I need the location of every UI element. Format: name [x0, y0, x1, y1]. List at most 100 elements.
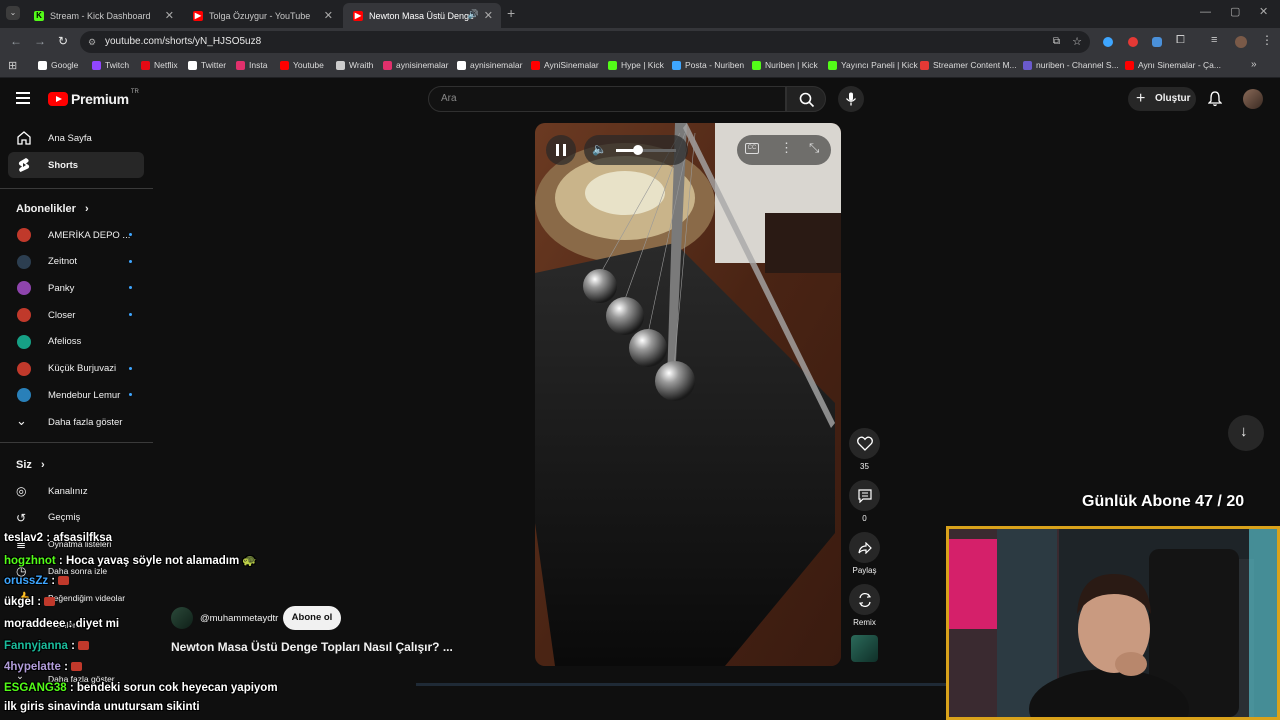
bookmark-item[interactable]: Hype | Kick [608, 60, 664, 70]
bookmark-star-icon[interactable]: ☆ [1072, 31, 1082, 53]
tab-youtube-channel[interactable]: ▶ Tolga Özuygur - YouTube ✕ [183, 3, 341, 28]
extensions-puzzle-icon[interactable]: ⧠ [1176, 34, 1185, 47]
bookmark-item[interactable]: Streamer Content M... [920, 60, 1017, 70]
bookmark-item[interactable]: aynisinemalar [383, 60, 448, 70]
channel-avatar[interactable] [171, 607, 193, 629]
close-window-icon[interactable]: ✕ [1259, 5, 1268, 18]
speaker-icon[interactable]: 🔊 [468, 9, 479, 20]
captions-icon[interactable]: CC [745, 143, 759, 154]
share-button[interactable] [849, 532, 880, 563]
sidebar-item-home[interactable]: Ana Sayfa [8, 125, 144, 151]
bookmark-item[interactable]: aynisinemalar [457, 60, 522, 70]
volume-slider[interactable] [616, 145, 676, 155]
bookmark-item[interactable]: Netflix [141, 60, 178, 70]
more-bookmarks-icon[interactable]: » [1251, 59, 1257, 70]
comment-button[interactable] [849, 480, 880, 511]
url-input[interactable]: ⚙ youtube.com/shorts/yN_HJSO5uz8 ⧉ ☆ [80, 31, 1090, 53]
back-icon[interactable]: ← [10, 34, 22, 48]
menu-icon[interactable]: ⋮ [1261, 33, 1273, 47]
progress-bar[interactable] [416, 683, 946, 686]
close-tab-icon[interactable]: ✕ [324, 9, 333, 22]
voice-search-button[interactable] [838, 86, 864, 112]
sidebar-subscription-item[interactable]: Mendebur Lemur [8, 382, 144, 408]
bookmark-item[interactable]: Aynı Sinemalar - Ça... [1125, 60, 1221, 70]
media-control-icon[interactable]: ≡ [1211, 34, 1217, 46]
create-button[interactable]: + Oluştur [1128, 87, 1196, 111]
bookmark-item[interactable]: Yayıncı Paneli | Kick [828, 60, 918, 70]
fullscreen-icon[interactable]: ⤡ [809, 140, 819, 156]
pause-icon [556, 144, 566, 156]
chat-text: bendeki sorun cok heyecan yapiyom [76, 682, 278, 694]
sidebar-subscription-item[interactable]: Zeitnot [8, 249, 144, 275]
emote-icon [78, 641, 90, 651]
extension-icon[interactable] [1103, 37, 1113, 47]
bookmark-item[interactable]: Youtube [280, 60, 324, 70]
forward-icon[interactable]: → [34, 34, 46, 48]
bookmark-item[interactable]: Posta - Nuriben [672, 60, 744, 70]
notifications-bell-icon[interactable] [1208, 91, 1222, 107]
sidebar-subscription-item[interactable]: Closer [8, 302, 144, 328]
sound-thumbnail[interactable] [851, 635, 878, 662]
search-button[interactable] [786, 86, 826, 112]
close-tab-icon[interactable]: ✕ [484, 9, 493, 22]
channel-name[interactable]: @muhammetaydtr [200, 613, 278, 624]
show-more-subscriptions[interactable]: ⌄ Daha fazla göster [8, 409, 144, 435]
next-short-button[interactable]: ↓ [1228, 415, 1264, 451]
reload-icon[interactable]: ↻ [58, 34, 68, 48]
more-options-icon[interactable]: ⋮ [780, 140, 793, 156]
like-button[interactable] [849, 428, 880, 459]
channel-avatar [17, 281, 31, 296]
short-video-player[interactable]: 🔈 CC ⋮ ⤡ [535, 123, 841, 666]
plus-icon: + [1136, 90, 1146, 107]
chat-message: moraddeee : diyet mi [4, 618, 119, 630]
tab-kick-dashboard[interactable]: K Stream - Kick Dashboard ✕ [24, 3, 182, 28]
hamburger-menu-icon[interactable] [16, 92, 30, 104]
extension-icon[interactable] [1152, 37, 1162, 47]
bookmark-item[interactable]: Twitch [92, 60, 129, 70]
chat-text: ilk giris sinavinda unutursam sikinti [4, 701, 200, 713]
subscriptions-heading[interactable]: Abonelikler › [16, 203, 89, 215]
install-icon[interactable]: ⧉ [1053, 31, 1060, 53]
profile-avatar[interactable] [1235, 36, 1247, 48]
sidebar-subscription-item[interactable]: Panky [8, 275, 144, 301]
sidebar-item-shorts[interactable]: Shorts [8, 152, 144, 178]
youtube-icon: ▶ [193, 10, 203, 21]
bookmark-item[interactable]: Insta [236, 60, 267, 70]
minimize-icon[interactable]: — [1200, 6, 1211, 18]
bookmark-item[interactable]: Twitter [188, 60, 226, 70]
pause-button[interactable] [546, 135, 576, 165]
sidebar-you-item[interactable]: ↺ Geçmiş [8, 505, 144, 531]
bookmark-item[interactable]: Wraith [336, 60, 373, 70]
youtube-premium-logo[interactable]: Premium TR [48, 89, 139, 107]
tab-search-icon[interactable]: ⌄ [6, 6, 20, 20]
site-info-icon[interactable]: ⚙ [88, 31, 96, 53]
remix-button[interactable] [849, 584, 880, 615]
channel-avatar [17, 361, 31, 376]
subscribe-button[interactable]: Abone ol [283, 606, 341, 630]
volume-slider-thumb[interactable] [633, 145, 643, 155]
search-input[interactable]: Ara [428, 86, 786, 112]
history-icon: ↺ [16, 510, 27, 525]
emote-icon [44, 597, 56, 607]
you-heading[interactable]: Siz › [16, 459, 45, 471]
bookmark-item[interactable]: nuriben - Channel S... [1023, 60, 1119, 70]
volume-control[interactable]: 🔈 [584, 135, 688, 165]
bookmark-item[interactable]: Google [38, 60, 78, 70]
sidebar-subscription-item[interactable]: Küçük Burjuvazi [8, 356, 144, 382]
bookmark-item[interactable]: AyniSinemalar [531, 60, 599, 70]
apps-icon[interactable]: ⊞ [8, 59, 17, 72]
maximize-icon[interactable]: ▢ [1230, 5, 1240, 18]
sidebar-subscription-item[interactable]: Afelioss [8, 329, 144, 355]
bookmark-label: Netflix [154, 60, 178, 70]
sidebar-subscription-item[interactable]: AMERİKA DEPO ... [8, 222, 144, 248]
new-tab-icon[interactable]: + [507, 5, 515, 21]
short-title[interactable]: Newton Masa Üstü Denge Topları Nasıl Çal… [171, 640, 453, 654]
sidebar-you-item[interactable]: ◎ Kanalınız [8, 478, 144, 504]
account-avatar[interactable] [1243, 89, 1263, 109]
bookmark-item[interactable]: Nuriben | Kick [752, 60, 818, 70]
chat-separator: : [48, 575, 59, 587]
url-text: youtube.com/shorts/yN_HJSO5uz8 [105, 36, 262, 47]
tab-newton-short[interactable]: ▶ Newton Masa Üstü Denge 🔊 ✕ [343, 3, 501, 28]
close-tab-icon[interactable]: ✕ [165, 9, 174, 22]
extension-icon[interactable] [1128, 37, 1138, 47]
